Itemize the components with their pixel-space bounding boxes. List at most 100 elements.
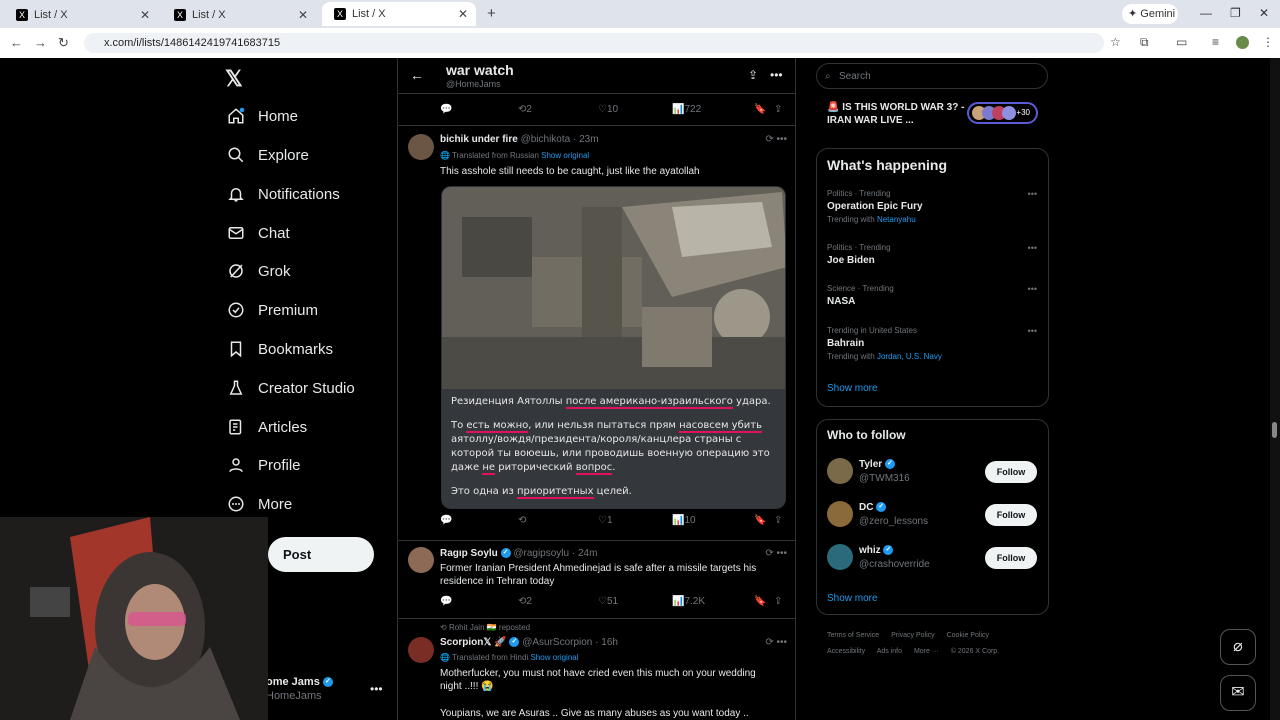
- nav-profile[interactable]: Profile: [226, 450, 301, 480]
- more-icon[interactable]: •••: [770, 68, 783, 82]
- account-name[interactable]: ome Jams ✓: [266, 676, 333, 688]
- nav-explore[interactable]: Explore: [226, 140, 309, 170]
- address-bar[interactable]: x.com/i/lists/1486142419741683715: [84, 33, 1104, 53]
- search-input[interactable]: ⌕ Search: [816, 63, 1048, 89]
- nav-articles[interactable]: Articles: [226, 412, 307, 442]
- trend-item[interactable]: Politics · Trending Operation Epic Fury …: [827, 189, 1037, 224]
- avatar[interactable]: [827, 544, 853, 570]
- follow-button[interactable]: Follow: [985, 504, 1037, 526]
- follow-button[interactable]: Follow: [985, 547, 1037, 569]
- footer-link[interactable]: More ···: [914, 648, 939, 655]
- grok-fab-icon[interactable]: ⌀: [1220, 629, 1256, 665]
- scrollbar[interactable]: [1270, 58, 1280, 720]
- reply-icon[interactable]: 💬: [440, 515, 452, 526]
- trend-more-icon[interactable]: •••: [1028, 326, 1037, 336]
- footer-link[interactable]: Accessibility: [827, 648, 865, 655]
- live-event-title[interactable]: 🚨 IS THIS WORLD WAR 3? - IRAN WAR LIVE .…: [827, 101, 967, 127]
- post[interactable]: bichik under fire @bichikota · 23m ⟳ •••…: [398, 126, 795, 541]
- post-more-icon[interactable]: ⟳ •••: [765, 548, 787, 559]
- profile-avatar[interactable]: [1236, 36, 1249, 49]
- views-button[interactable]: 📊 10: [672, 515, 696, 526]
- bookmark-star-icon[interactable]: ☆: [1110, 35, 1121, 49]
- follow-suggestion[interactable]: DC ✓ @zero_lessons Follow: [827, 499, 1040, 533]
- forward-icon[interactable]: →: [34, 35, 47, 50]
- follow-button[interactable]: Follow: [985, 461, 1037, 483]
- avatar[interactable]: [408, 637, 434, 663]
- post[interactable]: ⟲ Rohit Jain 🇮🇳 reposted Scorpion𝕏 🚀 ✓ @…: [398, 619, 795, 720]
- new-tab-icon[interactable]: +: [487, 5, 496, 22]
- queue-icon[interactable]: ≡: [1212, 35, 1219, 49]
- minimize-icon[interactable]: —: [1200, 6, 1212, 20]
- close-tab-icon[interactable]: ✕: [458, 7, 468, 21]
- close-tab-icon[interactable]: ✕: [140, 8, 150, 22]
- avatar[interactable]: [408, 134, 434, 160]
- views-button[interactable]: 📊 7.2K: [672, 596, 705, 607]
- post[interactable]: Ragıp Soylu ✓ @ragipsoylu · 24m ⟳ ••• Fo…: [398, 541, 795, 619]
- reload-icon[interactable]: ↻: [58, 35, 69, 51]
- trend-more-icon[interactable]: •••: [1028, 243, 1037, 253]
- nav-bookmarks[interactable]: Bookmarks: [226, 334, 333, 364]
- browser-tab-active[interactable]: X List / X ✕: [322, 2, 476, 26]
- nav-chat[interactable]: Chat: [226, 218, 290, 248]
- sidebar-icon[interactable]: ▭: [1176, 35, 1187, 49]
- share-icon[interactable]: ⇪: [774, 104, 782, 115]
- trend-item[interactable]: Trending in United States Bahrain Trendi…: [827, 326, 1037, 361]
- back-icon[interactable]: ←: [10, 35, 23, 50]
- live-participants[interactable]: +30: [967, 102, 1038, 124]
- views-button[interactable]: 📊 722: [672, 104, 701, 115]
- browser-tab[interactable]: X List / X ✕: [4, 4, 158, 26]
- show-original-link[interactable]: Show original: [530, 653, 578, 662]
- trend-with-link[interactable]: Netanyahu: [877, 215, 916, 224]
- repost-button[interactable]: ⟲ 2: [518, 104, 532, 115]
- window-close-icon[interactable]: ✕: [1259, 6, 1269, 20]
- post-more-icon[interactable]: ⟳ •••: [765, 637, 787, 648]
- follow-name[interactable]: DC ✓: [859, 502, 887, 513]
- avatar[interactable]: [408, 547, 434, 573]
- share-icon[interactable]: ⇪: [774, 596, 782, 607]
- post-author[interactable]: Scorpion𝕏 🚀 ✓ @AsurScorpion · 16h: [440, 637, 618, 648]
- trend-item[interactable]: Politics · Trending Joe Biden •••: [827, 243, 1037, 266]
- like-button[interactable]: ♡ 1: [598, 515, 613, 526]
- trend-with-link[interactable]: Jordan, U.S. Navy: [877, 352, 942, 361]
- restore-icon[interactable]: ❐: [1230, 6, 1241, 20]
- footer-link[interactable]: Cookie Policy: [947, 632, 989, 639]
- nav-home[interactable]: Home: [226, 101, 298, 131]
- extensions-icon[interactable]: ⧉: [1140, 35, 1149, 50]
- repost-button[interactable]: ⟲ 2: [518, 596, 532, 607]
- like-button[interactable]: ♡ 10: [598, 104, 618, 115]
- browser-menu-icon[interactable]: ⋮: [1262, 35, 1274, 49]
- close-tab-icon[interactable]: ✕: [298, 8, 308, 22]
- gemini-button[interactable]: ✦ Gemini: [1122, 4, 1178, 24]
- repost-icon[interactable]: ⟲: [518, 515, 526, 526]
- bookmark-icon[interactable]: 🔖: [754, 104, 766, 115]
- reply-icon[interactable]: 💬: [440, 596, 452, 607]
- footer-link[interactable]: Privacy Policy: [891, 632, 935, 639]
- post-more-icon[interactable]: ⟳ •••: [765, 134, 787, 145]
- bookmark-icon[interactable]: 🔖: [754, 515, 766, 526]
- reply-icon[interactable]: 💬: [440, 104, 452, 115]
- nav-more[interactable]: More: [226, 489, 292, 519]
- show-original-link[interactable]: Show original: [541, 151, 589, 160]
- bookmark-icon[interactable]: 🔖: [754, 596, 766, 607]
- x-logo-icon[interactable]: 𝕏: [225, 66, 243, 92]
- browser-tab[interactable]: X List / X ✕: [162, 4, 316, 26]
- share-icon[interactable]: ⇪: [748, 68, 758, 82]
- like-button[interactable]: ♡ 51: [598, 596, 618, 607]
- avatar[interactable]: [827, 458, 853, 484]
- account-more-icon[interactable]: •••: [370, 682, 383, 696]
- trend-item[interactable]: Science · Trending NASA •••: [827, 284, 1037, 307]
- post-author[interactable]: bichik under fire @bichikota · 23m: [440, 134, 599, 145]
- nav-notifications[interactable]: Notifications: [226, 179, 340, 209]
- nav-grok[interactable]: Grok: [226, 256, 291, 286]
- nav-creator-studio[interactable]: Creator Studio: [226, 373, 355, 403]
- avatar[interactable]: [827, 501, 853, 527]
- follow-name[interactable]: Tyler ✓: [859, 459, 895, 470]
- back-arrow-icon[interactable]: ←: [410, 67, 424, 83]
- scrollbar-thumb[interactable]: [1272, 422, 1277, 438]
- trend-more-icon[interactable]: •••: [1028, 189, 1037, 199]
- show-more-link[interactable]: Show more: [827, 593, 878, 604]
- post-button[interactable]: Post: [268, 537, 374, 572]
- share-icon[interactable]: ⇪: [774, 515, 782, 526]
- trend-more-icon[interactable]: •••: [1028, 284, 1037, 294]
- follow-name[interactable]: whiz ✓: [859, 545, 894, 556]
